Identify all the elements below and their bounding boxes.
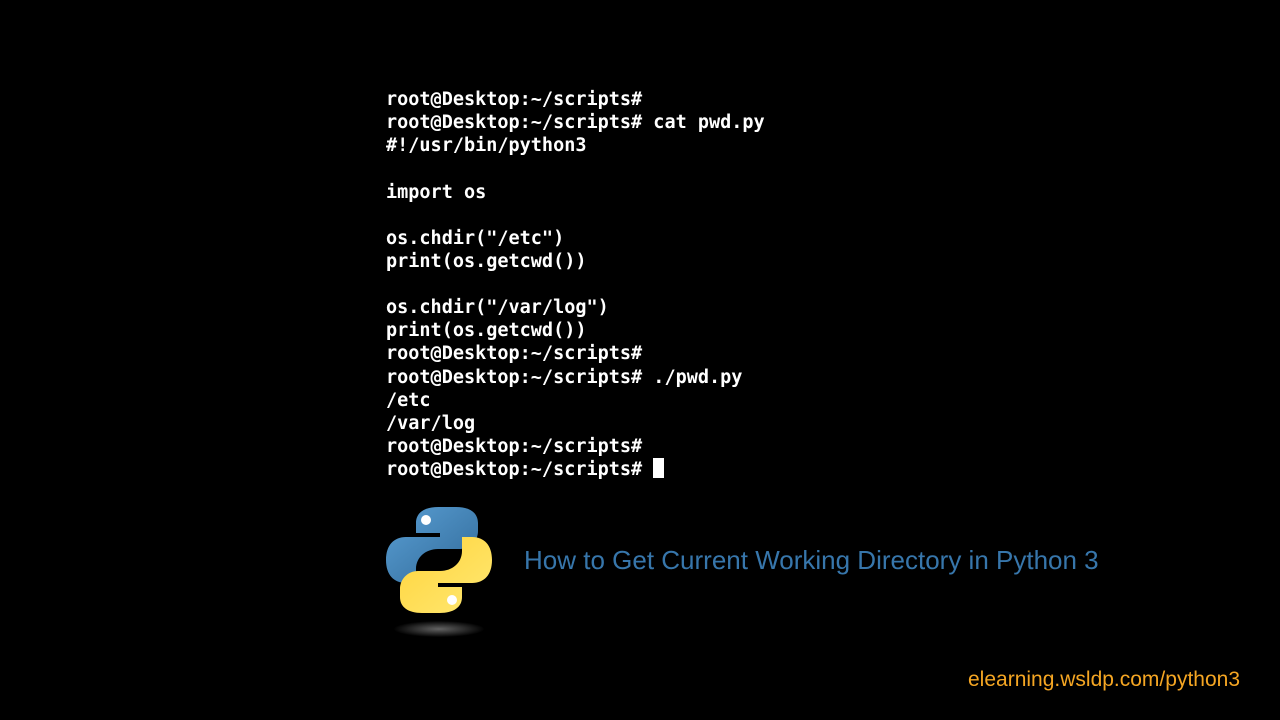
logo-shadow — [394, 621, 484, 637]
terminal-line: root@Desktop:~/scripts# ./pwd.py — [386, 367, 742, 388]
footer-url: elearning.wsldp.com/python3 — [968, 668, 1240, 692]
terminal-line: print(os.getcwd()) — [386, 320, 586, 341]
terminal-line: root@Desktop:~/scripts# — [386, 343, 642, 364]
terminal-line: /var/log — [386, 413, 475, 434]
terminal-line: root@Desktop:~/scripts# cat pwd.py — [386, 112, 765, 133]
terminal-cursor — [653, 458, 664, 478]
terminal-line: root@Desktop:~/scripts# — [386, 89, 642, 110]
python-logo-icon — [384, 505, 494, 615]
terminal-line: print(os.getcwd()) — [386, 251, 586, 272]
terminal-line: root@Desktop:~/scripts# — [386, 436, 642, 457]
terminal-line: import os — [386, 182, 486, 203]
page-title: How to Get Current Working Directory in … — [524, 545, 1099, 576]
terminal-line: #!/usr/bin/python3 — [386, 135, 586, 156]
terminal-line: os.chdir("/var/log") — [386, 297, 609, 318]
terminal-line: /etc — [386, 390, 431, 411]
terminal-line: os.chdir("/etc") — [386, 228, 564, 249]
terminal-line: root@Desktop:~/scripts# — [386, 459, 653, 480]
terminal-output: root@Desktop:~/scripts# root@Desktop:~/s… — [386, 88, 765, 481]
logo-title-section: How to Get Current Working Directory in … — [384, 505, 1099, 615]
